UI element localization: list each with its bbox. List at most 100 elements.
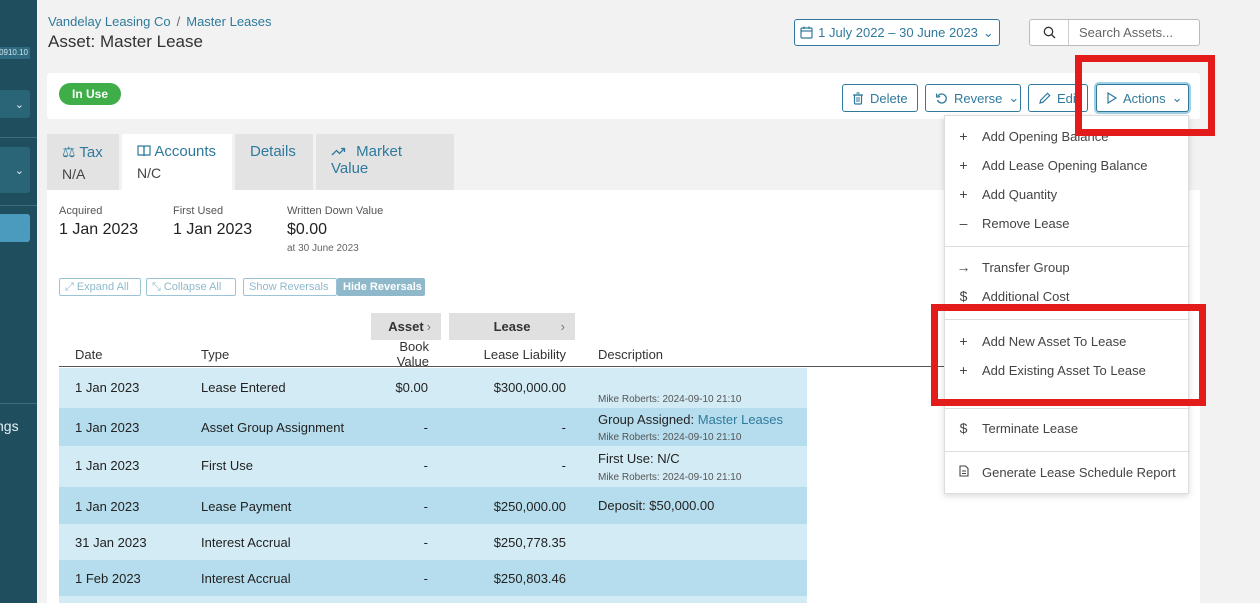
expand-icon: ⤢ bbox=[65, 280, 74, 293]
tab-details[interactable]: Details bbox=[235, 134, 313, 190]
document-icon bbox=[945, 464, 982, 480]
menu-item-generate-lease-schedule-report[interactable]: Generate Lease Schedule Report bbox=[945, 460, 1190, 484]
wdv-stat: Written Down Value $0.00 at 30 June 2023 bbox=[287, 205, 383, 254]
show-reversals-button[interactable]: Show Reversals bbox=[243, 278, 337, 296]
row-description-text: Group Assigned: bbox=[598, 412, 695, 427]
book-icon bbox=[137, 143, 151, 160]
delete-label: Delete bbox=[870, 90, 908, 106]
row-meta: Mike Roberts: 2024-09-10 21:10 bbox=[598, 432, 742, 443]
menu-item-terminate-lease[interactable]: $ Terminate Lease bbox=[945, 416, 1190, 440]
collapse-all-button[interactable]: ⤡ Collapse All bbox=[146, 278, 236, 296]
sidebar-divider bbox=[0, 137, 37, 138]
col-type: Type bbox=[201, 347, 230, 362]
chevron-right-icon: › bbox=[426, 319, 431, 334]
transactions-table: 1 Jan 2023 Lease Entered $0.00 $300,000.… bbox=[59, 368, 807, 603]
row-date: 1 Jan 2023 bbox=[75, 380, 140, 395]
breadcrumb-group[interactable]: Master Leases bbox=[186, 14, 271, 29]
sidebar-dropdown-2[interactable]: ⌄ bbox=[0, 147, 30, 193]
asset-group-header[interactable]: Asset › bbox=[371, 313, 441, 340]
reverse-button[interactable]: Reverse ⌄ bbox=[925, 84, 1021, 112]
tab-tax[interactable]: ⚖ Tax N/A bbox=[47, 134, 119, 190]
row-date: 1 Jan 2023 bbox=[75, 420, 140, 435]
table-row[interactable]: 1 Jan 2023 Lease Entered $0.00 $300,000.… bbox=[59, 368, 807, 408]
breadcrumb: Vandelay Leasing Co / Master Leases bbox=[48, 14, 272, 29]
table-row[interactable]: 1 Feb 2023 Interest Accrual - $250,803.4… bbox=[59, 560, 807, 596]
highlight-actions-button bbox=[1075, 55, 1215, 136]
tab-market-value[interactable]: Market Value bbox=[316, 134, 454, 190]
menu-item-add-quantity[interactable]: + Add Quantity bbox=[945, 182, 1190, 206]
minus-icon: – bbox=[959, 215, 968, 231]
row-lease-liability: - bbox=[561, 458, 566, 473]
row-description: First Use: N/C bbox=[598, 451, 680, 466]
chevron-down-icon: ⌄ bbox=[982, 24, 994, 40]
hide-reversals-button[interactable]: Hide Reversals bbox=[337, 278, 425, 296]
tab-accounts[interactable]: Accounts N/C bbox=[122, 134, 232, 190]
menu-item-label: Add Lease Opening Balance bbox=[982, 157, 1148, 173]
menu-item-label: Generate Lease Schedule Report bbox=[982, 464, 1176, 480]
menu-item-remove-lease[interactable]: – Remove Lease bbox=[945, 211, 1190, 235]
row-book-value: - bbox=[423, 535, 428, 550]
tab-tax-label: Tax bbox=[79, 144, 103, 161]
chevron-right-icon: › bbox=[560, 319, 565, 334]
wdv-value: $0.00 bbox=[287, 221, 328, 238]
undo-icon bbox=[935, 92, 948, 105]
pencil-icon bbox=[1038, 91, 1051, 105]
search-input[interactable] bbox=[1069, 20, 1199, 45]
delete-button[interactable]: Delete bbox=[842, 84, 918, 112]
scale-icon: ⚖ bbox=[62, 144, 76, 161]
table-row[interactable]: 1 Jan 2023 Asset Group Assignment - - Gr… bbox=[59, 408, 807, 446]
date-range-button[interactable]: 1 July 2022 – 30 June 2023 ⌄ bbox=[794, 19, 1000, 46]
calendar-icon bbox=[800, 26, 813, 39]
row-description: Group Assigned: Master Leases bbox=[598, 412, 783, 427]
breadcrumb-org[interactable]: Vandelay Leasing Co bbox=[48, 14, 171, 29]
sidebar-item-settings[interactable]: ngs bbox=[0, 418, 19, 434]
expand-all-label: Expand All bbox=[76, 281, 129, 293]
table-row[interactable] bbox=[59, 596, 807, 603]
group-link[interactable]: Master Leases bbox=[698, 412, 783, 427]
first-used-stat: First Used 1 Jan 2023 bbox=[173, 205, 252, 239]
chevron-down-icon: ⌄ bbox=[14, 164, 24, 177]
row-lease-liability: $250,803.46 bbox=[493, 571, 566, 586]
wdv-note: at 30 June 2023 bbox=[287, 243, 359, 254]
plus-icon: + bbox=[959, 186, 968, 202]
row-type: First Use bbox=[201, 458, 253, 473]
expand-all-button[interactable]: ⤢ Expand All bbox=[59, 278, 141, 296]
row-book-value: $0.00 bbox=[395, 380, 428, 395]
lease-group-header[interactable]: Lease › bbox=[449, 313, 575, 340]
collapse-all-label: Collapse All bbox=[163, 281, 222, 293]
asset-toolbar: In Use Delete Reverse ⌄ Edit Actions ⌄ bbox=[47, 73, 1200, 119]
date-range-label: 1 July 2022 – 30 June 2023 bbox=[818, 25, 978, 40]
trash-icon bbox=[852, 91, 864, 105]
row-book-value: - bbox=[423, 420, 428, 435]
wdv-label: Written Down Value bbox=[287, 205, 384, 217]
table-row[interactable]: 1 Jan 2023 Lease Payment - $250,000.00 D… bbox=[59, 487, 807, 524]
search-icon[interactable] bbox=[1030, 20, 1069, 45]
table-row[interactable]: 1 Jan 2023 First Use - - First Use: N/C … bbox=[59, 446, 807, 487]
sidebar-active-item[interactable] bbox=[0, 214, 30, 242]
trend-icon bbox=[331, 143, 346, 160]
row-date: 1 Jan 2023 bbox=[75, 499, 140, 514]
tab-tax-sub: N/A bbox=[62, 166, 86, 182]
sidebar-dropdown-1[interactable]: ⌄ bbox=[0, 90, 30, 118]
version-label: 0910.10 bbox=[0, 47, 30, 59]
highlight-add-asset-items bbox=[931, 304, 1206, 406]
plus-icon: + bbox=[959, 128, 968, 144]
lease-group-label: Lease bbox=[493, 319, 531, 334]
menu-item-transfer-group[interactable]: → Transfer Group bbox=[945, 255, 1190, 279]
menu-item-label: Transfer Group bbox=[982, 259, 1070, 275]
show-reversals-label: Show Reversals bbox=[249, 281, 329, 293]
menu-divider bbox=[945, 451, 1190, 452]
sidebar-divider bbox=[0, 205, 37, 206]
col-book-value: Book Value bbox=[396, 339, 429, 366]
menu-item-add-lease-opening-balance[interactable]: + Add Lease Opening Balance bbox=[945, 153, 1190, 177]
row-lease-liability: $250,778.35 bbox=[493, 535, 566, 550]
row-type: Lease Entered bbox=[201, 380, 286, 395]
acquired-value: 1 Jan 2023 bbox=[59, 221, 139, 238]
page-title: Asset: Master Lease bbox=[48, 32, 203, 51]
menu-item-label: Remove Lease bbox=[982, 215, 1070, 231]
col-date: Date bbox=[75, 347, 103, 362]
sidebar: 0910.10 ⌄ ⌄ ngs bbox=[0, 0, 37, 603]
table-row[interactable]: 31 Jan 2023 Interest Accrual - $250,778.… bbox=[59, 524, 807, 560]
plus-icon: + bbox=[959, 157, 968, 173]
search-box bbox=[1029, 19, 1200, 46]
